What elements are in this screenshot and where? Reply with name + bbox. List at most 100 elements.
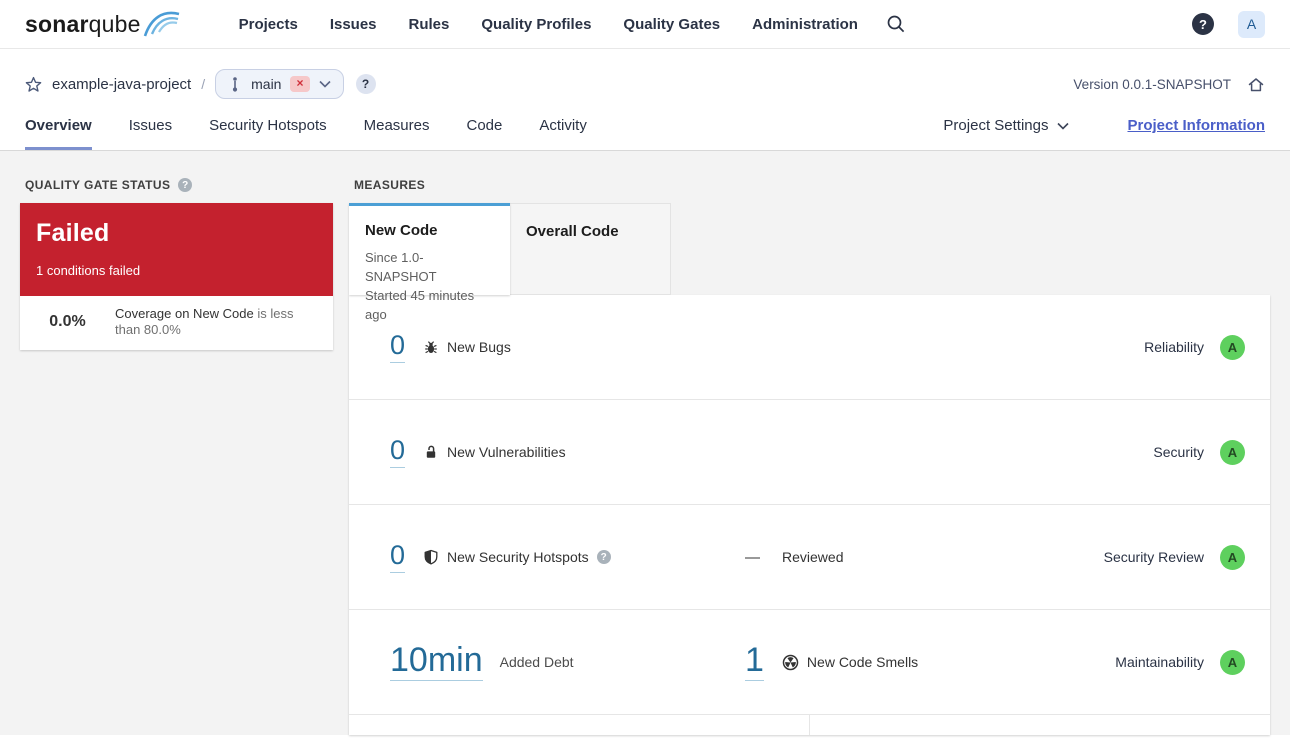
tab-activity[interactable]: Activity — [539, 111, 587, 150]
shield-icon — [423, 549, 439, 565]
measure-row-hotspots: 0 New Security Hotspots ? — Reviewed Sec… — [349, 505, 1270, 610]
navbar-right: ? A — [1192, 10, 1265, 38]
maintainability-rating: Maintainability A — [1115, 649, 1245, 675]
new-hotspots-label: New Security Hotspots — [447, 549, 589, 565]
reliability-label: Reliability — [1144, 339, 1204, 355]
measures-title: MEASURES — [354, 178, 1270, 192]
new-vulnerabilities-count-link[interactable]: 0 — [390, 436, 406, 468]
favorite-button[interactable] — [25, 76, 42, 93]
measures-tabs: New Code Since 1.0-SNAPSHOT Started 45 m… — [349, 203, 1270, 322]
branch-failed-badge: × — [290, 76, 310, 92]
measure-row-partial — [349, 715, 1270, 735]
nav-item-rules[interactable]: Rules — [409, 16, 450, 33]
quality-gate-conditions-summary: 1 conditions failed — [36, 263, 141, 278]
new-code-smells-count-link[interactable]: 1 — [745, 642, 764, 682]
bugs-primary: 0 New Bugs — [390, 331, 745, 363]
measure-row-vulnerabilities: 0 New Vulnerabilities Security A — [349, 400, 1270, 505]
nav-item-quality-gates[interactable]: Quality Gates — [623, 16, 720, 33]
branch-icon — [233, 76, 238, 92]
reliability-rating-badge[interactable]: A — [1220, 334, 1245, 360]
branch-help-button[interactable]: ? — [355, 74, 376, 94]
project-tabs: Overview Issues Security Hotspots Measur… — [25, 111, 587, 150]
search-button[interactable] — [886, 14, 906, 34]
tab-security-hotspots[interactable]: Security Hotspots — [209, 111, 327, 150]
added-debt-label: Added Debt — [499, 654, 574, 670]
tab-measures[interactable]: Measures — [364, 111, 430, 150]
nav-item-administration[interactable]: Administration — [752, 16, 858, 33]
search-icon — [887, 15, 905, 33]
project-name-link[interactable]: example-java-project — [52, 76, 191, 93]
security-review-label: Security Review — [1103, 549, 1204, 565]
reviewed-value: — — [745, 548, 760, 566]
top-navbar: sonarqube Projects Issues Rules Quality … — [0, 0, 1290, 49]
vulnerabilities-primary: 0 New Vulnerabilities — [390, 436, 745, 468]
tab-overview[interactable]: Overview — [25, 111, 92, 150]
code-smell-icon — [782, 654, 799, 671]
quality-gate-help-button[interactable]: ? — [178, 178, 193, 192]
project-information-link[interactable]: Project Information — [1127, 117, 1265, 134]
duplications-cell-partial — [810, 715, 1270, 735]
avatar[interactable]: A — [1238, 10, 1265, 38]
reliability-rating: Reliability A — [1144, 334, 1245, 360]
main-nav: Projects Issues Rules Quality Profiles Q… — [239, 16, 858, 33]
help-icon: ? — [1199, 16, 1207, 32]
quality-gate-title-text: QUALITY GATE STATUS — [25, 178, 171, 192]
new-bugs-count-link[interactable]: 0 — [390, 331, 406, 363]
hotspots-primary: 0 New Security Hotspots ? — [390, 541, 745, 573]
tab-issues[interactable]: Issues — [129, 111, 172, 150]
bug-icon — [423, 339, 439, 355]
logo-light: qube — [88, 11, 141, 37]
security-review-rating: Security Review A — [1103, 544, 1245, 570]
open-lock-icon — [423, 444, 439, 460]
new-vulnerabilities-label: New Vulnerabilities — [447, 444, 566, 460]
branch-name: main — [251, 76, 282, 92]
quality-gate-column: QUALITY GATE STATUS ? Failed 1 condition… — [20, 178, 333, 735]
nav-item-issues[interactable]: Issues — [330, 16, 377, 33]
new-bugs-label: New Bugs — [447, 339, 511, 355]
project-settings-button[interactable]: Project Settings — [943, 117, 1070, 134]
new-code-tab-label: New Code — [365, 222, 438, 239]
new-code-smells-label: New Code Smells — [806, 654, 919, 670]
project-tabs-row: Overview Issues Security Hotspots Measur… — [25, 111, 1265, 150]
branch-selector[interactable]: main × — [215, 69, 344, 99]
new-code-started: Started 45 minutes ago — [365, 288, 475, 322]
maintainability-rating-badge[interactable]: A — [1220, 649, 1245, 675]
condition-value: 0.0% — [49, 313, 86, 330]
security-label: Security — [1153, 444, 1204, 460]
breadcrumb-separator: / — [201, 76, 206, 92]
logo-text: sonarqube — [25, 9, 141, 39]
sonarqube-logo[interactable]: sonarqube — [25, 9, 181, 39]
condition-metric: Coverage on New Code — [115, 306, 254, 321]
security-rating-badge[interactable]: A — [1220, 439, 1245, 465]
quality-gate-banner: Failed 1 conditions failed — [20, 203, 333, 296]
nav-item-projects[interactable]: Projects — [239, 16, 298, 33]
new-code-tab[interactable]: New Code Since 1.0-SNAPSHOT Started 45 m… — [349, 203, 510, 322]
homepage-button[interactable] — [1247, 76, 1265, 93]
project-settings-label: Project Settings — [943, 117, 1049, 134]
measures-title-text: MEASURES — [354, 178, 426, 192]
security-rating: Security A — [1153, 439, 1245, 465]
measure-row-maintainability: 10min Added Debt 1 New Code Smells Maint… — [349, 610, 1270, 715]
failed-condition-row: 0.0% Coverage on New Code is less than 8… — [20, 296, 333, 350]
maintainability-label: Maintainability — [1115, 654, 1204, 670]
added-debt-link[interactable]: 10min — [390, 642, 483, 682]
overall-code-tab[interactable]: Overall Code — [510, 203, 671, 295]
new-hotspots-count-link[interactable]: 0 — [390, 541, 406, 573]
header-right: Version 0.0.1-SNAPSHOT — [1073, 76, 1265, 93]
breadcrumb: example-java-project / main × ? Version … — [25, 67, 1265, 101]
quality-gate-title: QUALITY GATE STATUS ? — [25, 178, 333, 192]
chevron-down-icon — [1057, 122, 1070, 130]
hotspots-help-button[interactable]: ? — [596, 550, 611, 564]
quality-gate-status: Failed — [36, 219, 110, 247]
new-code-since: Since 1.0-SNAPSHOT — [365, 250, 437, 284]
nav-item-quality-profiles[interactable]: Quality Profiles — [481, 16, 591, 33]
hotspots-reviewed: — Reviewed — [745, 549, 843, 566]
security-review-rating-badge[interactable]: A — [1220, 544, 1245, 570]
tab-code[interactable]: Code — [466, 111, 502, 150]
overview-content: QUALITY GATE STATUS ? Failed 1 condition… — [0, 151, 1290, 735]
code-smells-group: 1 New Code Smells — [745, 642, 919, 682]
tabs-right-actions: Project Settings Project Information — [943, 117, 1265, 144]
help-button[interactable]: ? — [1192, 13, 1214, 35]
home-icon — [1248, 77, 1264, 91]
debt-primary: 10min Added Debt — [390, 642, 745, 682]
